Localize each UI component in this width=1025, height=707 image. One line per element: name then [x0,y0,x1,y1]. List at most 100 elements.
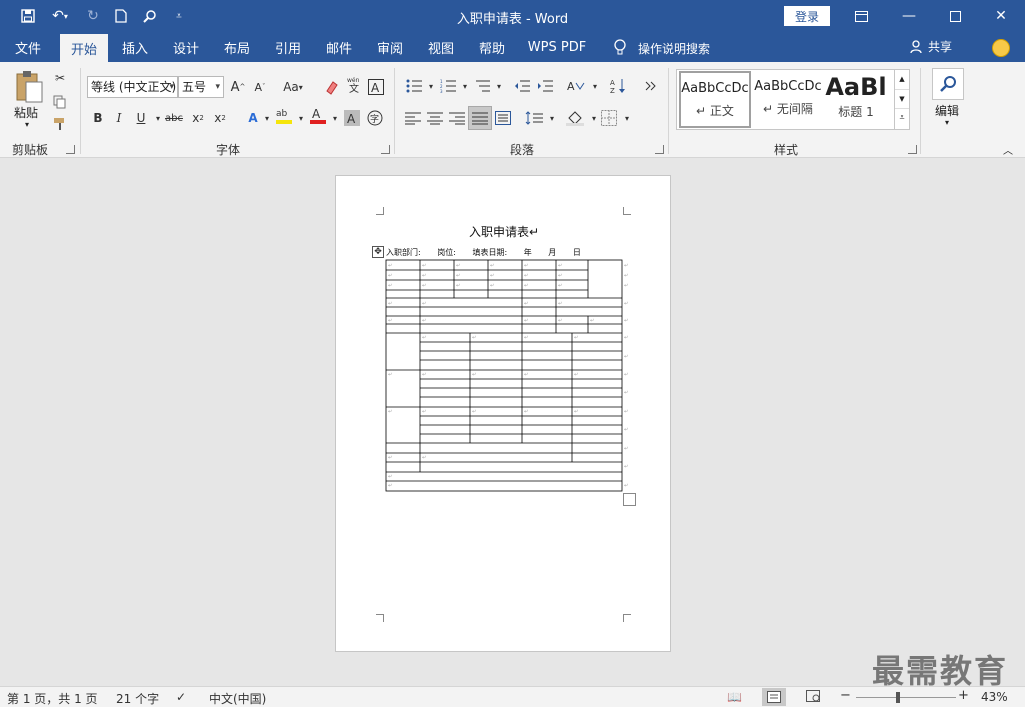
styles-dialog-launcher-icon[interactable] [908,145,917,154]
application-form-table[interactable]: ↵ ↵ ↵ ↵ ↵ ↵ ↵ ↵ ↵ ↵ ↵ ↵ ↵ ↵ ↵ ↵ ↵ ↵ ↵ ↵ ↵ ↵ ↵ ↵ ↵ ↵ ↵ ↵ ↵ ↵ ↵ ↵ ↵ ↵… [336,176,672,653]
tab-view[interactable]: 视图 [420,32,462,62]
align-center-icon[interactable] [425,108,445,128]
phonetic-guide-icon[interactable]: wén 文 [344,75,364,95]
tab-file[interactable]: 文件 [6,32,50,62]
svg-text:↵: ↵ [422,301,426,307]
chevron-down-icon[interactable]: ▾ [542,108,562,128]
change-case-button[interactable]: Aa ▾ [279,77,307,97]
document-page[interactable]: 入职申请表↵ ✥ 入职部门: 岗位: 填表日期: 年 月 日 ↵ ↵ ↵ ↵ ↵… [335,175,671,652]
zoom-level[interactable]: 43% [981,690,1008,704]
character-shading-icon[interactable]: A [342,108,362,128]
increase-indent-icon[interactable] [535,76,555,96]
borders-icon[interactable] [599,108,619,128]
align-left-icon[interactable] [403,108,423,128]
distributed-icon[interactable] [493,108,513,128]
style-normal[interactable]: AaBbCcDc ↵ 正文 [679,71,751,128]
customize-toolbar-icon[interactable]: ⩡ [168,5,190,27]
maximize-icon[interactable] [932,0,978,32]
zoom-in-icon[interactable]: + [958,688,969,703]
paste-label[interactable]: 粘贴 [14,104,38,121]
feedback-smiley-icon[interactable] [992,39,1010,57]
clear-formatting-icon[interactable] [322,77,342,97]
format-painter-icon[interactable] [50,114,70,134]
font-name-combo[interactable]: 等线 (中文正文) ▾ [87,76,178,98]
font-dialog-launcher-icon[interactable] [381,145,390,154]
save-icon[interactable] [17,5,39,27]
font-size-combo[interactable]: 五号 ▾ [178,76,224,98]
page-count[interactable]: 第 1 页，共 1 页 [7,690,98,707]
share-button[interactable]: 共享 [910,38,952,55]
close-icon[interactable]: ✕ [978,0,1024,32]
align-right-icon[interactable] [447,108,467,128]
tab-review[interactable]: 审阅 [369,32,411,62]
enclose-characters-icon[interactable]: 字 [365,108,385,128]
tab-mailings[interactable]: 邮件 [318,32,360,62]
word-count[interactable]: 21 个字 [116,690,159,707]
shading-icon[interactable] [565,108,585,128]
tab-home[interactable]: 开始 [60,34,108,62]
zoom-slider[interactable] [856,697,956,698]
tab-help[interactable]: 帮助 [471,32,513,62]
login-button[interactable]: 登录 [784,6,830,26]
editing-label[interactable]: 编辑 [935,102,959,119]
character-border-icon[interactable]: A [366,77,386,97]
zoom-slider-thumb[interactable] [896,692,900,703]
chevron-down-icon[interactable]: ▾ [617,108,637,128]
undo-icon[interactable]: ↶ ▾ [46,5,74,27]
clipboard-dialog-launcher-icon[interactable] [66,145,75,154]
svg-text:↵: ↵ [388,372,392,378]
copy-icon[interactable] [50,92,70,112]
italic-icon[interactable]: I [109,108,129,128]
tell-me-search[interactable]: 操作说明搜索 [638,40,710,57]
line-spacing-icon[interactable] [524,108,544,128]
collapse-ribbon-icon[interactable]: ︿ [1003,142,1013,157]
redo-icon[interactable]: ↻ [82,5,104,27]
paste-icon[interactable] [14,70,44,104]
cut-icon[interactable]: ✂ [50,68,70,88]
chevron-down-icon[interactable]: ▾ [489,76,509,96]
scroll-down-icon[interactable]: ▼ [895,89,909,108]
table-resize-handle[interactable] [623,493,636,506]
find-icon[interactable] [139,5,161,27]
styles-more-icon[interactable]: ⩡ [895,108,909,127]
subscript-icon[interactable]: x2 [188,108,208,128]
zoom-out-icon[interactable]: − [840,688,851,703]
scroll-up-icon[interactable]: ▲ [895,70,909,89]
tab-references[interactable]: 引用 [267,32,309,62]
style-no-spacing[interactable]: AaBbCcDc ↵ 无间隔 [752,71,824,128]
print-layout-icon[interactable] [762,688,786,706]
styles-scrollbar[interactable]: ▲ ▼ ⩡ [894,70,909,129]
strikethrough-icon[interactable]: abc [164,108,184,128]
chevron-down-icon[interactable]: ▾ [585,76,605,96]
read-mode-icon[interactable]: 📖 [727,690,742,704]
chevron-down-icon[interactable]: ▾ [945,118,949,127]
shrink-font-icon[interactable]: Aˇ [250,77,270,97]
bold-icon[interactable]: B [88,108,108,128]
svg-text:↵: ↵ [524,301,528,307]
ribbon-display-options-icon[interactable] [838,0,884,32]
new-document-icon[interactable] [110,5,132,27]
language-indicator[interactable]: 中文(中国) [209,690,266,707]
minimize-icon[interactable]: — [886,0,932,32]
justify-icon[interactable] [468,106,492,130]
chinese-layout-icon[interactable]: A [566,76,586,96]
tab-layout[interactable]: 布局 [216,32,258,62]
paragraph-dialog-launcher-icon[interactable] [655,145,664,154]
decrease-indent-icon[interactable] [512,76,532,96]
tab-wps-pdf[interactable]: WPS PDF [524,32,590,62]
editing-search-icon[interactable] [932,68,964,100]
ribbon-tabs: 文件 开始 插入 设计 布局 引用 邮件 审阅 视图 帮助 WPS PDF 操作… [0,32,1025,62]
paste-dropdown-icon[interactable]: ▾ [25,120,29,129]
style-heading-1[interactable]: AaBl 标题 1 [825,71,887,128]
tab-design[interactable]: 设计 [165,32,207,62]
sort-icon[interactable]: AZ [608,76,628,96]
svg-text:↵: ↵ [422,318,426,324]
tab-insert[interactable]: 插入 [114,32,156,62]
grow-font-icon[interactable]: A ^ [228,77,248,97]
proofing-icon[interactable]: ✓ [176,690,186,704]
svg-text:ab: ab [276,109,288,119]
status-bar: 第 1 页，共 1 页 21 个字 ✓ 中文(中国) 📖 − + 43% [0,686,1025,707]
web-layout-icon[interactable] [806,690,820,705]
superscript-icon[interactable]: x2 [210,108,230,128]
show-paragraph-marks-icon[interactable] [640,76,660,96]
